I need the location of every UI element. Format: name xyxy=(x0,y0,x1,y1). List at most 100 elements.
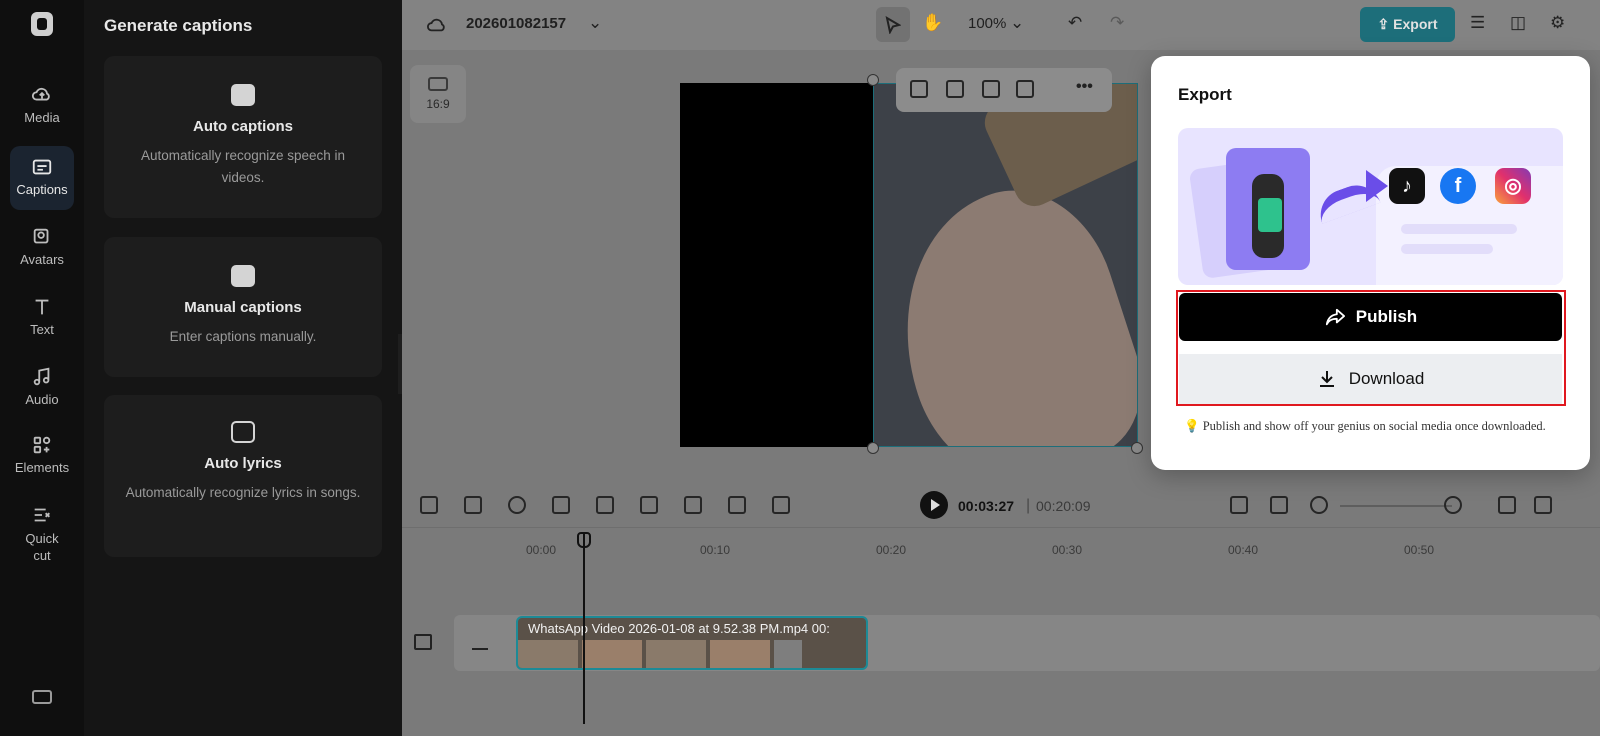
split-icon[interactable] xyxy=(420,496,438,514)
aspect-ratio-label: 16:9 xyxy=(426,97,450,111)
trim-icon[interactable] xyxy=(728,496,746,514)
fit-icon[interactable] xyxy=(1498,496,1516,514)
rail-item-avatars[interactable]: Avatars xyxy=(10,226,74,276)
rail-item-label: Captions xyxy=(16,182,68,197)
play-button[interactable] xyxy=(920,491,948,519)
ruler-tick: 00:40 xyxy=(1228,543,1259,557)
clip-thumbnail xyxy=(518,640,578,668)
zoom-slider[interactable] xyxy=(1340,505,1452,507)
chevron-down-icon[interactable]: ⌄ xyxy=(588,13,602,33)
cloud-saved-icon[interactable] xyxy=(426,14,448,34)
rail-item-elements[interactable]: Elements xyxy=(10,434,74,484)
publish-button[interactable]: Publish xyxy=(1179,293,1562,341)
cloud-upload-icon xyxy=(31,87,50,101)
share-arrow-icon xyxy=(1325,308,1345,326)
download-button[interactable]: Download xyxy=(1179,354,1562,404)
layers-icon[interactable]: ☰ xyxy=(1470,13,1485,33)
cc-icon xyxy=(231,84,255,106)
manual-captions-card[interactable]: Manual captions Enter captions manually. xyxy=(104,237,382,377)
replace-image-icon[interactable] xyxy=(910,80,928,98)
lyrics-icon xyxy=(231,421,255,443)
smart-cut-icon[interactable] xyxy=(684,496,702,514)
panel-title: Generate captions xyxy=(104,16,253,35)
zoom-in-icon[interactable] xyxy=(1444,496,1462,514)
rail-item-label: Audio xyxy=(25,392,59,407)
card-desc: Automatically recognize speech in videos… xyxy=(140,148,346,185)
export-title: Export xyxy=(1178,85,1232,104)
resize-handle[interactable] xyxy=(867,442,879,454)
music-note-icon xyxy=(33,367,50,386)
card-title: Manual captions xyxy=(184,299,302,316)
rail-item-label: Text xyxy=(30,322,54,337)
aspect-ratio-button[interactable]: 16:9 xyxy=(410,65,466,123)
preview-icon[interactable] xyxy=(1534,496,1552,514)
flip-icon[interactable] xyxy=(596,496,614,514)
auto-captions-card[interactable]: Auto captions Automatically recognize sp… xyxy=(104,56,382,218)
undo-icon[interactable]: ↶ xyxy=(1068,13,1082,33)
video-frame[interactable] xyxy=(873,83,1138,447)
rail-item-label: Quick cut xyxy=(25,531,59,563)
mask-icon[interactable] xyxy=(1016,80,1034,98)
focus-icon[interactable] xyxy=(946,80,964,98)
ruler-tick: 00:50 xyxy=(1404,543,1435,557)
banner-shirt xyxy=(1258,198,1282,232)
video-clip[interactable]: WhatsApp Video 2026-01-08 at 9.52.38 PM.… xyxy=(516,616,868,670)
rail-item-media[interactable]: Media xyxy=(10,84,74,134)
card-desc: Enter captions manually. xyxy=(169,329,317,344)
resize-handle[interactable] xyxy=(1131,442,1143,454)
resize-handle[interactable] xyxy=(867,74,879,86)
elements-icon xyxy=(33,436,51,454)
canvas-background xyxy=(680,83,875,447)
snap-icon[interactable] xyxy=(1230,496,1248,514)
publish-label: Publish xyxy=(1355,307,1418,326)
rail-item-audio[interactable]: Audio xyxy=(10,366,74,416)
aspect-ratio-icon xyxy=(428,77,448,91)
download-icon xyxy=(1319,371,1334,387)
zoom-level[interactable]: 100% xyxy=(968,15,1006,32)
export-hint: 💡 Publish and show off your genius on so… xyxy=(1184,419,1546,433)
captions-panel: Generate captions Auto captions Automati… xyxy=(84,0,402,736)
keyboard-icon[interactable] xyxy=(32,690,52,704)
app-logo[interactable] xyxy=(31,12,53,36)
ruler-tick: 00:30 xyxy=(1052,543,1083,557)
redo-icon[interactable]: ↷ xyxy=(1110,13,1124,33)
chevron-down-icon[interactable]: ⌄ xyxy=(1010,13,1024,33)
ruler-tick: 00:00 xyxy=(526,543,557,557)
freeze-icon[interactable] xyxy=(640,496,658,514)
download-label: Download xyxy=(1348,369,1425,388)
cursor-icon xyxy=(885,16,901,34)
top-bar: 202601082157 ⌄ ✋ 100% ⌄ ↶ ↷ ⇪ Export ☰ ◫… xyxy=(402,0,1600,50)
export-popover: Export ♪ f ◎ Publish Download 💡 Publish … xyxy=(1151,56,1590,470)
volume-icon[interactable] xyxy=(414,634,432,650)
auto-lyrics-card[interactable]: Auto lyrics Automatically recognize lyri… xyxy=(104,395,382,557)
delete-icon[interactable] xyxy=(464,496,482,514)
split-screen-icon[interactable] xyxy=(1270,496,1288,514)
crop-icon[interactable] xyxy=(982,80,1000,98)
clip-label: WhatsApp Video 2026-01-08 at 9.52.38 PM.… xyxy=(528,621,830,636)
select-tool-button[interactable] xyxy=(876,7,910,42)
floating-toolbar: ••• xyxy=(896,68,1112,112)
total-time: 00:20:09 xyxy=(1036,498,1091,514)
more-options-icon[interactable]: ••• xyxy=(1076,78,1093,96)
export-button[interactable]: ⇪ Export xyxy=(1360,7,1455,42)
text-icon xyxy=(35,299,49,315)
hand-tool-icon[interactable]: ✋ xyxy=(922,13,943,33)
ruler-tick: 00:20 xyxy=(876,543,907,557)
rail-item-captions[interactable]: Captions xyxy=(10,146,74,210)
panel-layout-icon[interactable]: ◫ xyxy=(1510,13,1526,33)
crop-icon[interactable] xyxy=(552,496,570,514)
rail-item-quick-cut[interactable]: Quick cut xyxy=(10,504,74,568)
download-icon[interactable] xyxy=(772,496,790,514)
time-separator: | xyxy=(1026,497,1031,514)
arrow-right-icon xyxy=(1366,170,1388,202)
speed-icon[interactable] xyxy=(508,496,526,514)
zoom-out-icon[interactable] xyxy=(1310,496,1328,514)
current-time: 00:03:27 xyxy=(958,498,1015,514)
rail-item-text[interactable]: Text xyxy=(10,296,74,346)
settings-gear-icon[interactable]: ⚙ xyxy=(1550,13,1565,33)
video-content-hand xyxy=(874,166,1137,446)
card-desc: Automatically recognize lyrics in songs. xyxy=(125,485,361,500)
playhead[interactable] xyxy=(583,534,585,724)
project-name[interactable]: 202601082157 xyxy=(466,15,566,32)
edit-pencil-icon[interactable] xyxy=(472,634,488,650)
